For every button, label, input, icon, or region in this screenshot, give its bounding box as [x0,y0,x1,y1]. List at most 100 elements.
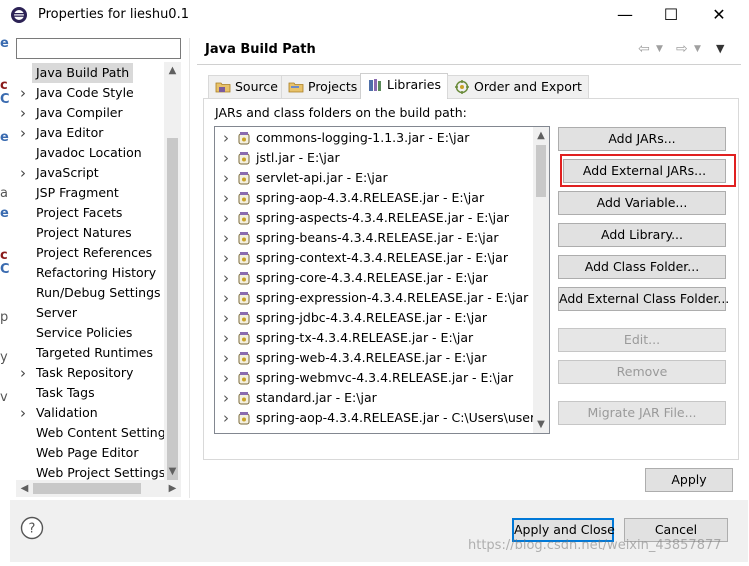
tree-item[interactable]: Project Natures [16,223,164,243]
tree-item[interactable]: Run/Debug Settings [16,283,164,303]
chevron-right-icon[interactable]: › [20,103,32,123]
chevron-right-icon[interactable]: › [223,208,229,228]
jar-row[interactable]: › servlet-api.jar - E:\jar [215,168,535,188]
tree-item[interactable]: Task Tags [16,383,164,403]
jar-row[interactable]: › commons-logging-1.1.3.jar - E:\jar [215,128,535,148]
chevron-right-icon[interactable]: › [20,163,32,183]
tree-item[interactable]: Project Facets [16,203,164,223]
chevron-right-icon[interactable]: › [223,368,229,388]
migrate-jar-button[interactable]: Migrate JAR File... [558,401,726,425]
maximize-button[interactable]: ☐ [648,0,694,30]
add-external-class-folder-button[interactable]: Add External Class Folder... [558,287,729,311]
chevron-right-icon[interactable]: › [223,348,229,368]
jar-icon [238,172,250,185]
tree-item[interactable]: Web Page Editor [16,443,164,463]
properties-tree[interactable]: Java Build Path › Java Code Style › Java Com… [16,62,181,498]
scroll-thumb[interactable] [33,483,141,494]
add-variable-button[interactable]: Add Variable... [558,191,726,215]
source-folder-icon [215,82,231,93]
scroll-thumb[interactable] [536,145,546,197]
apply-button[interactable]: Apply [645,468,733,492]
chevron-right-icon[interactable]: › [223,148,229,168]
scroll-up-icon[interactable]: ▲ [164,62,181,79]
edge-glyph: c [0,78,8,93]
tab-libraries[interactable]: Libraries [360,73,448,99]
tree-horizontal-scrollbar[interactable]: ◀ ▶ [16,480,181,497]
forward-arrow-icon[interactable]: ⇨ [676,40,688,58]
chevron-right-icon[interactable]: › [223,228,229,248]
scroll-left-icon[interactable]: ◀ [16,480,33,497]
scroll-down-icon[interactable]: ▼ [164,463,181,480]
chevron-down-icon[interactable]: ▼ [694,40,701,58]
scroll-down-icon[interactable]: ▼ [533,416,549,433]
tree-item-label: JavaScript [36,165,99,180]
tree-item[interactable]: › Task Repository [16,363,164,383]
jar-row[interactable]: › spring-tx-4.3.4.RELEASE.jar - E:\jar [215,328,535,348]
chevron-right-icon[interactable]: › [223,288,229,308]
chevron-right-icon[interactable]: › [223,408,229,428]
chevron-right-icon[interactable]: › [223,328,229,348]
add-jars-button[interactable]: Add JARs... [558,127,726,151]
jar-row[interactable]: › spring-jdbc-4.3.4.RELEASE.jar - E:\jar [215,308,535,328]
chevron-right-icon[interactable]: › [223,268,229,288]
jar-row[interactable]: › spring-context-4.3.4.RELEASE.jar - E:\j… [215,248,535,268]
tree-item[interactable]: JSP Fragment [16,183,164,203]
minimize-button[interactable]: — [602,0,648,30]
jar-label: commons-logging-1.1.3.jar - E:\jar [256,130,470,145]
jar-row[interactable]: › spring-webmvc-4.3.4.RELEASE.jar - E:\ja… [215,368,535,388]
tree-item[interactable]: Targeted Runtimes [16,343,164,363]
chevron-right-icon[interactable]: › [223,388,229,408]
jar-list-scrollbar[interactable]: ▲ ▼ [533,127,549,433]
chevron-right-icon[interactable]: › [20,123,32,143]
remove-button[interactable]: Remove [558,360,726,384]
jar-row[interactable]: › spring-core-4.3.4.RELEASE.jar - E:\jar [215,268,535,288]
tree-item[interactable]: Java Build Path [16,63,164,83]
help-icon[interactable]: ? [20,516,44,540]
tree-item[interactable]: Refactoring History [16,263,164,283]
add-class-folder-button[interactable]: Add Class Folder... [558,255,726,279]
scroll-thumb[interactable] [167,138,178,484]
tree-item[interactable]: › JavaScript [16,163,164,183]
jar-row[interactable]: › spring-aspects-4.3.4.RELEASE.jar - E:\j… [215,208,535,228]
close-button[interactable]: ✕ [696,0,742,30]
jar-row[interactable]: › spring-aop-4.3.4.RELEASE.jar - E:\jar [215,188,535,208]
jar-list[interactable]: › commons-logging-1.1.3.jar - E:\jar › jstl… [214,126,550,434]
tree-item[interactable]: Service Policies [16,323,164,343]
tree-item[interactable]: Javadoc Location [16,143,164,163]
chevron-right-icon[interactable]: › [223,168,229,188]
chevron-right-icon[interactable]: › [20,83,32,103]
back-arrow-icon[interactable]: ⇦ [638,40,650,58]
tree-item[interactable]: › Validation [16,403,164,423]
chevron-right-icon[interactable]: › [223,188,229,208]
jar-row[interactable]: › spring-expression-4.3.4.RELEASE.jar - E… [215,288,535,308]
tab-source[interactable]: Source [208,75,285,98]
chevron-right-icon[interactable]: › [223,308,229,328]
tree-item[interactable]: › Java Editor [16,123,164,143]
tree-item[interactable]: Server [16,303,164,323]
tree-item[interactable]: Web Content Settings [16,423,172,443]
tab-order-and-export[interactable]: Order and Export [447,75,589,98]
scroll-up-icon[interactable]: ▲ [533,127,549,144]
chevron-right-icon[interactable]: › [20,363,32,383]
title-bar[interactable]: Properties for lieshu0.1 — ☐ ✕ [0,0,749,32]
filter-input[interactable] [16,38,181,59]
chevron-right-icon[interactable]: › [223,128,229,148]
jar-row[interactable]: › standard.jar - E:\jar [215,388,535,408]
scroll-right-icon[interactable]: ▶ [164,480,181,497]
jar-row[interactable]: › spring-aop-4.3.4.RELEASE.jar - C:\Users… [215,408,535,428]
jar-row[interactable]: › spring-beans-4.3.4.RELEASE.jar - E:\jar [215,228,535,248]
jar-row[interactable]: › jstl.jar - E:\jar [215,148,535,168]
tab-projects[interactable]: Projects [281,75,365,98]
tree-item[interactable]: › Java Code Style [16,83,164,103]
view-menu-icon[interactable]: ▼ [716,40,724,58]
jar-row[interactable]: › spring-web-4.3.4.RELEASE.jar - E:\jar [215,348,535,368]
add-library-button[interactable]: Add Library... [558,223,726,247]
chevron-down-icon[interactable]: ▼ [656,40,663,58]
tree-vertical-scrollbar[interactable]: ▲ ▼ [164,62,181,484]
sash-divider[interactable] [189,38,190,498]
tree-item[interactable]: › Java Compiler [16,103,164,123]
chevron-right-icon[interactable]: › [20,403,32,423]
edit-button[interactable]: Edit... [558,328,726,352]
chevron-right-icon[interactable]: › [223,248,229,268]
tree-item[interactable]: Project References [16,243,164,263]
